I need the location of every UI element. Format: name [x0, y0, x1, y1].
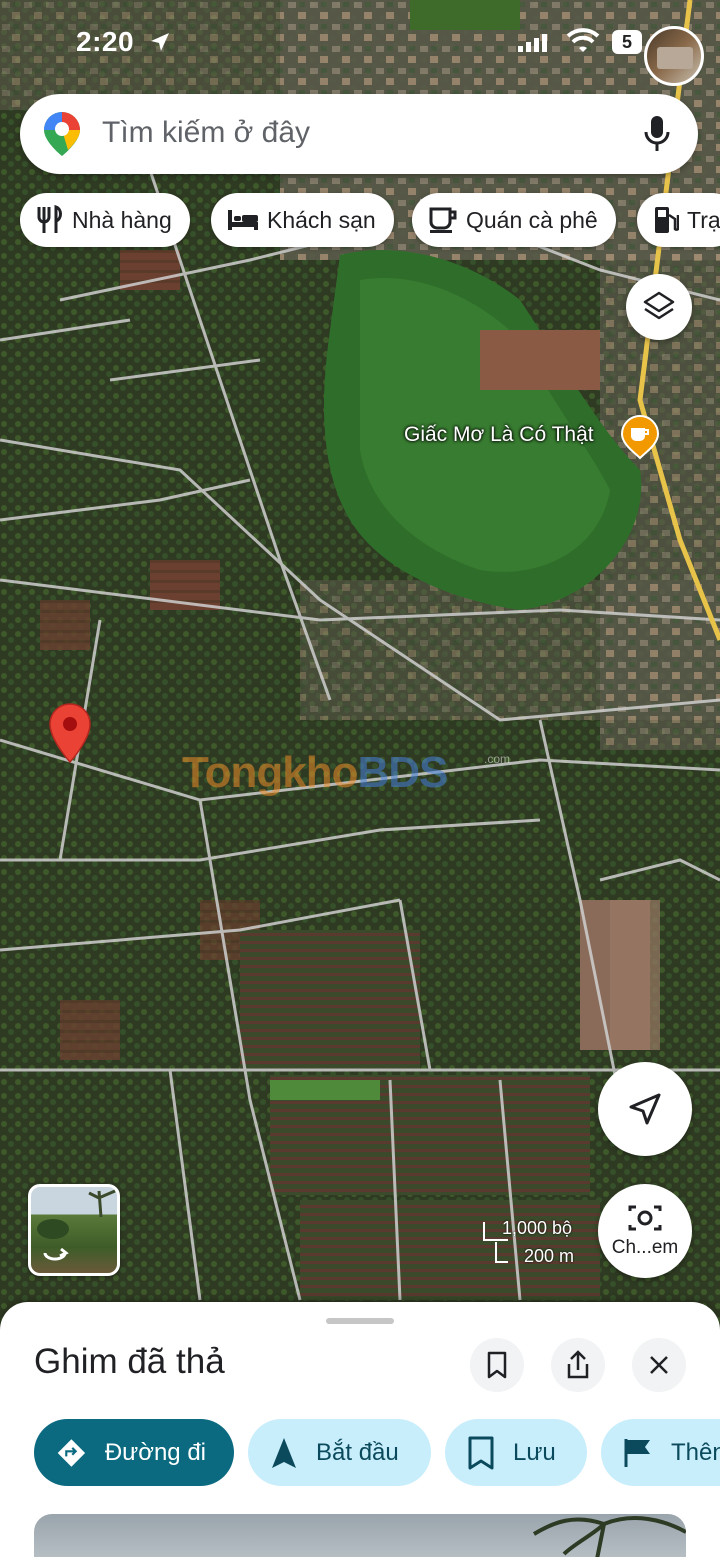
more-button[interactable]: Thên — [601, 1419, 720, 1486]
close-button[interactable] — [632, 1338, 686, 1392]
gas-pump-icon — [655, 207, 679, 233]
action-label: Lưu — [513, 1438, 556, 1466]
red-pin-icon[interactable] — [48, 702, 92, 764]
map-scale: 1,000 bộ 200 m — [480, 1218, 590, 1268]
watermark-sub: .com — [484, 752, 511, 766]
directions-icon — [57, 1438, 86, 1467]
sheet-handle[interactable] — [326, 1318, 394, 1324]
watermark-text-b: BDS — [357, 748, 448, 797]
chip-gas-stations[interactable]: Trạ — [637, 193, 720, 247]
layers-icon — [643, 291, 675, 320]
location-arrow-icon — [151, 33, 169, 51]
photo-image — [532, 1516, 686, 1557]
avatar[interactable] — [644, 26, 704, 86]
coffee-cup-icon — [429, 207, 457, 233]
layers-button[interactable] — [626, 274, 692, 340]
chip-label: Trạ — [687, 206, 720, 233]
watermark: TongkhoBDS — [182, 748, 448, 798]
chip-label: Khách sạn — [267, 206, 376, 233]
wifi-icon — [566, 28, 600, 52]
category-chips: Nhà hàng Khách sạn Quán cà phê Trạ — [20, 193, 720, 249]
battery-icon: 5 — [612, 30, 642, 54]
action-label: Thên — [671, 1438, 720, 1466]
fork-knife-icon — [37, 205, 62, 233]
scale-metric: 200 m — [524, 1246, 575, 1266]
scale-imperial: 1,000 bộ — [502, 1218, 573, 1238]
action-label: Đường đi — [104, 1438, 206, 1466]
status-bar: 2:20 5 — [0, 0, 720, 86]
live-view-label: Ch...em — [611, 1237, 679, 1258]
start-button[interactable]: Bắt đầu — [248, 1419, 431, 1486]
search-input[interactable]: Tìm kiếm ở đây — [102, 116, 310, 150]
status-time: 2:20 — [76, 26, 135, 57]
chip-cafes[interactable]: Quán cà phê — [412, 193, 616, 247]
save-icon-button[interactable] — [470, 1338, 524, 1392]
bookmark-icon — [468, 1436, 494, 1469]
chip-restaurants[interactable]: Nhà hàng — [20, 193, 190, 247]
watermark-text-a: Tongkho — [182, 748, 358, 797]
bookmark-icon — [487, 1351, 507, 1379]
share-icon — [567, 1350, 589, 1379]
poi-label[interactable]: Giấc Mơ Là Có Thật — [404, 423, 594, 447]
bed-icon — [228, 210, 258, 230]
my-location-button[interactable] — [598, 1062, 692, 1156]
google-maps-pin-icon — [44, 112, 80, 156]
chip-label: Nhà hàng — [72, 206, 172, 233]
directions-button[interactable]: Đường đi — [34, 1419, 234, 1486]
action-buttons: Đường đi Bắt đầu Lưu Thên — [34, 1419, 720, 1487]
navigation-arrow-icon — [272, 1437, 296, 1468]
place-sheet[interactable]: Ghim đã thả Đường đi Bắt đầu Lưu Thên — [0, 1302, 720, 1557]
street-view-image — [37, 1189, 116, 1261]
action-label: Bắt đầu — [316, 1438, 399, 1466]
sheet-title: Ghim đã thả — [34, 1342, 225, 1381]
chip-label: Quán cà phê — [466, 206, 598, 233]
save-button[interactable]: Lưu — [445, 1419, 587, 1486]
signal-icon — [518, 34, 547, 52]
cafe-marker-icon[interactable] — [620, 414, 660, 460]
navigation-arrow-icon — [629, 1093, 661, 1125]
close-icon — [650, 1356, 668, 1374]
microphone-icon[interactable] — [642, 114, 672, 154]
share-button[interactable] — [551, 1338, 605, 1392]
search-bar[interactable]: Tìm kiếm ở đây — [20, 94, 698, 174]
chip-hotels[interactable]: Khách sạn — [211, 193, 394, 247]
camera-icon — [628, 1205, 662, 1231]
place-photo[interactable] — [34, 1514, 686, 1557]
live-view-button[interactable]: Ch...em — [598, 1184, 692, 1278]
street-view-thumbnail[interactable] — [28, 1184, 120, 1276]
flag-icon — [624, 1438, 650, 1467]
